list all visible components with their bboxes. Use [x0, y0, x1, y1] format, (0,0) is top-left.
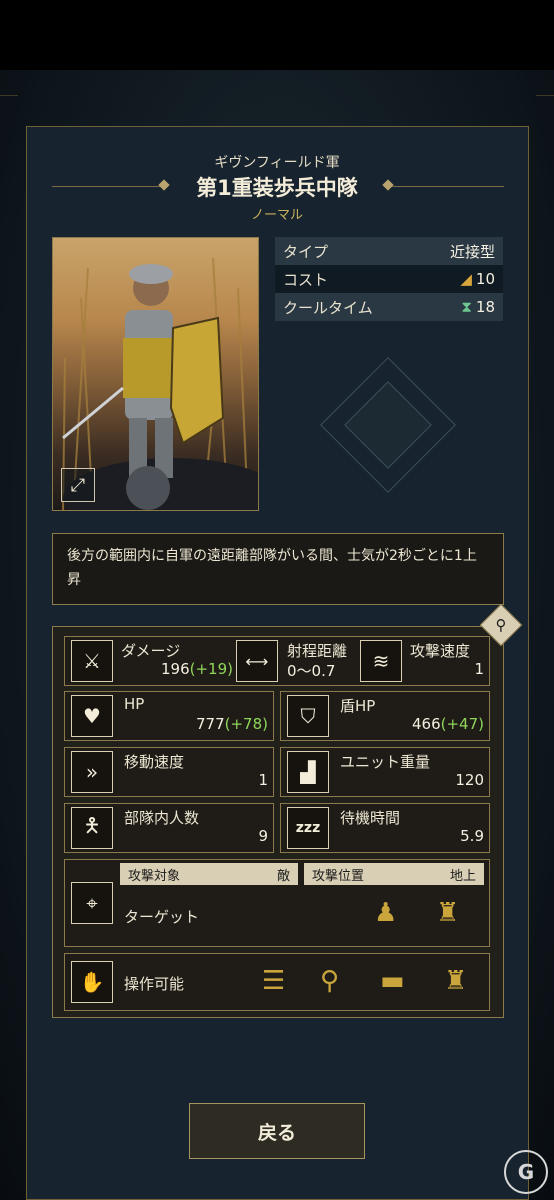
person-icon: 🯅	[71, 807, 113, 849]
shield-hp-bonus: (+47)	[440, 715, 484, 733]
wait-time-label: 待機時間	[340, 809, 401, 827]
faction-name: ギヴンフィールド軍	[214, 155, 340, 171]
ladder-icon: ☰	[262, 966, 286, 996]
attack-speed-icon: ≋	[360, 640, 402, 682]
infantry-icon: ♟	[374, 898, 398, 928]
shield-icon: ⛉	[287, 695, 329, 737]
damage-label: ダメージ	[121, 642, 181, 660]
unit-count-value: 9	[258, 827, 268, 845]
range-icon: ⟷	[236, 640, 278, 682]
crosshair-icon: ⌖	[71, 882, 113, 924]
rarity-label: ノーマル	[250, 208, 303, 223]
info-row-cost: コスト ◢ 10	[275, 265, 503, 293]
info-label: タイプ	[283, 242, 329, 261]
unit-portrait: ⤢	[52, 237, 259, 511]
back-button[interactable]: 戻る	[189, 1103, 365, 1159]
heart-icon: ♥	[71, 695, 113, 737]
status-bar	[0, 0, 554, 70]
unit-name: 第1重装歩兵中隊	[196, 176, 358, 200]
hp-bonus: (+78)	[224, 715, 268, 733]
info-row-cooltime: クールタイム ⧗ 18	[275, 293, 503, 321]
sleep-icon: zzz	[287, 807, 329, 849]
double-chevron-icon: »	[71, 751, 113, 793]
hourglass-icon: ⧗	[461, 298, 472, 316]
operable-label: 操作可能	[124, 975, 185, 993]
attack-speed-label: 攻撃速度	[410, 642, 471, 660]
unit-description: 後方の範囲内に自軍の遠距離部隊がいる間、士気が2秒ごとに1上昇	[52, 533, 504, 605]
attack-target-tag: 攻撃対象 敵	[120, 863, 298, 885]
target-label: ターゲット	[124, 908, 200, 926]
damage-value: 196(+19)	[161, 660, 233, 678]
expand-icon[interactable]: ⤢	[61, 468, 95, 502]
catapult-icon: ⚲	[320, 966, 340, 996]
sword-icon: ⚔	[71, 640, 113, 682]
info-row-type: タイプ 近接型	[275, 237, 503, 265]
bread-icon: ◢	[460, 270, 472, 288]
attack-position-tag: 攻撃位置 地上	[304, 863, 484, 885]
move-speed-label: 移動速度	[124, 753, 185, 771]
move-speed-value: 1	[258, 771, 268, 789]
hand-icon: ✋	[71, 961, 113, 1003]
hp-label: HP	[124, 695, 145, 713]
info-label: クールタイム	[283, 298, 373, 317]
damage-bonus: (+19)	[189, 660, 233, 678]
attack-speed-value: 1	[474, 660, 484, 678]
range-label: 射程距離	[287, 642, 348, 660]
range-value: 0〜0.7	[287, 662, 336, 680]
decor-line	[536, 95, 554, 96]
site-watermark: G	[504, 1150, 548, 1194]
info-value: 近接型	[449, 242, 495, 261]
wait-time-value: 5.9	[460, 827, 484, 845]
unit-weight-value: 120	[455, 771, 484, 789]
hp-value: 777(+78)	[196, 715, 268, 733]
title-rule-right	[392, 186, 504, 187]
siege-tower-icon: ♜	[444, 966, 468, 996]
decor-line	[0, 95, 18, 96]
weight-icon: ▟	[287, 751, 329, 793]
unit-weight-label: ユニット重量	[340, 753, 431, 771]
cannon-icon: ▬	[380, 966, 405, 996]
siege-tower-icon: ♜	[436, 898, 460, 928]
info-label: コスト	[283, 270, 329, 289]
shield-hp-value: 466(+47)	[412, 715, 484, 733]
shield-hp-label: 盾HP	[340, 697, 376, 715]
info-value: 10	[475, 270, 495, 288]
info-value: 18	[475, 298, 495, 316]
unit-count-label: 部隊内人数	[124, 809, 200, 827]
